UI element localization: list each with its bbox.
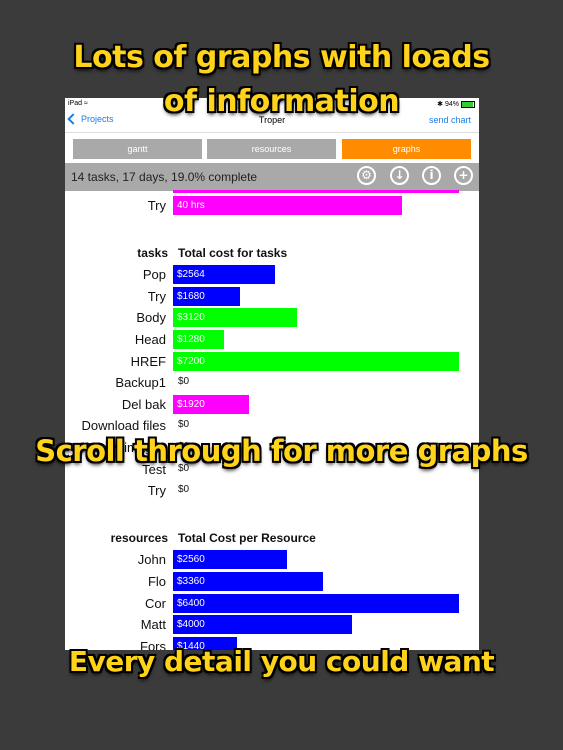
chart-group-label: resources [110,530,168,545]
promo-caption-middle: Scroll through for more graphs [35,434,528,468]
bar-category-label: Download files [81,418,166,434]
chart-title: Total Cost per Resource [178,530,316,545]
project-summary: 14 tasks, 17 days, 19.0% complete [71,170,258,184]
bar-value-label: $0 [178,484,190,496]
chart-bar: $1920 [173,394,249,414]
project-toolbar: 14 tasks, 17 days, 19.0% complete ⚙ ↓ i … [65,163,479,191]
chart-bar: $1680 [173,286,240,306]
chart-bar: $2564 [173,265,275,285]
chart-bar: $1280 [173,330,224,349]
bar-value-label: $0 [178,376,190,388]
ipad-screen: iPad ≈ ✱ 94% Projects Troper send chart … [65,98,479,650]
promo-caption-top: Lots of graphs with loads [73,40,490,75]
bar-category-label: Body [136,310,166,326]
chart-row: Try $1680 [65,286,479,307]
chart-header: resources Total Cost per Resource [65,529,479,547]
bar-category-label: HREF [130,353,166,369]
tab-graphs[interactable]: graphs [342,139,471,159]
promo-caption-top-2: of information [163,84,400,119]
bar-category-label: Try [147,483,166,499]
chart-row: Try 40 hrs [65,196,479,216]
info-icon[interactable]: i [422,166,441,185]
chart-bar: $7200 [173,351,459,371]
bar-category-label: Backup1 [115,375,166,391]
chart-title: Total cost for tasks [178,245,288,260]
bar-category-label: Matt [140,617,166,633]
bar-category-label: Head [134,332,166,347]
bar-category-label: Pop [142,267,166,283]
chart-row: Try $0 [65,481,479,501]
chart-bar: $3360 [173,572,323,591]
chart-row: Body $3120 [65,308,479,328]
bar-category-label: Cor [145,595,166,611]
download-icon[interactable]: ↓ [390,166,409,185]
gear-icon[interactable]: ⚙ [357,166,376,185]
chart-row: Flo $3360 [65,572,479,592]
bar-category-label: John [137,552,166,568]
tab-gantt[interactable]: gantt [73,139,202,159]
chart-row: Pop $2564 [65,265,479,285]
chart-row: Matt $4000 [65,615,479,635]
promo-caption-bottom: Every detail you could want [68,645,495,678]
add-icon[interactable]: + [454,166,473,185]
chart-bar: $4000 [173,615,352,635]
bar-category-label: Try [147,288,166,304]
bar-category-label: Flo [147,574,166,589]
chart-row: HREF $7200 [65,351,479,372]
segmented-control: gantt resources graphs [65,133,479,163]
chart-row: Del bak $1920 [65,394,479,415]
chart-bar: $3120 [173,308,297,328]
bar-category-label: Try [147,198,166,213]
chart-bar: $6400 [173,593,459,613]
bar-category-label: Del bak [121,396,166,412]
chart-bar-partial [173,190,459,193]
bar-value-label: $0 [178,419,190,431]
tab-resources[interactable]: resources [207,139,336,159]
chart-bar: $2560 [173,550,287,570]
chart-bar: 40 hrs [173,196,402,215]
chart-row: John $2560 [65,550,479,570]
chart-row: Backup1 $0 [65,373,479,393]
chart-row: Cor $6400 [65,593,479,614]
chart-group-label: tasks [137,245,168,260]
chart-row: Head $1280 [65,330,479,350]
graphs-scroll-view[interactable]: Try 40 hrs tasks Total cost for tasks Pop $25… [65,190,479,650]
chart-header: tasks Total cost for tasks [65,244,479,262]
